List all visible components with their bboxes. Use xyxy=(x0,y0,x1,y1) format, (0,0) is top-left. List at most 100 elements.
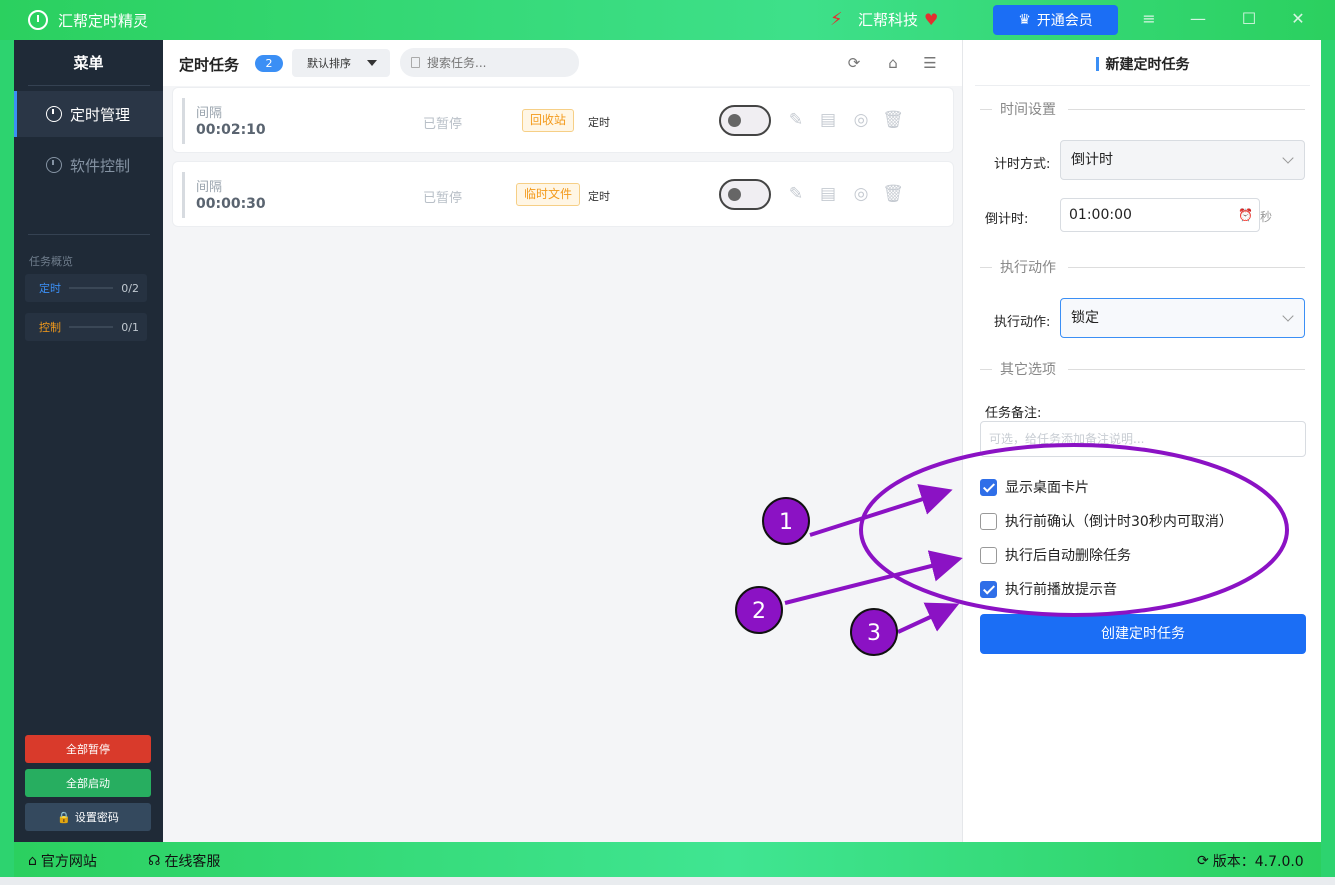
option-show-desktop-card[interactable]: 显示桌面卡片 xyxy=(980,477,1089,497)
note-input[interactable]: 可选，给任务添加备注说明... xyxy=(980,421,1306,457)
pause-all-button[interactable]: 全部暂停 xyxy=(25,735,151,763)
checkbox[interactable] xyxy=(980,546,997,564)
option-auto-delete[interactable]: 执行后自动删除任务 xyxy=(980,545,1131,565)
section-label: 时间设置 xyxy=(1000,102,1056,118)
task-list-panel: 定时任务 2 默认排序 ⟳ ⌂ ☰ 间隔 00:02:10 已暂停 回收站 定时… xyxy=(163,40,962,842)
support-link[interactable]: ☊ 在线客服 xyxy=(148,851,220,871)
caret-down-icon xyxy=(367,60,377,66)
timer-mode-label: 计时方式: xyxy=(994,157,1051,172)
maximize-icon[interactable]: ☐ xyxy=(1237,9,1261,28)
sidebar: 菜单 定时管理 软件控制 任务概览 定时 0/2 控制 0/1 全部暂停 全部启… xyxy=(14,40,163,842)
pause-all-label: 全部暂停 xyxy=(66,743,110,756)
chevron-down-icon xyxy=(1282,310,1294,322)
checkbox[interactable] xyxy=(980,478,997,496)
nav-item-label: 软件控制 xyxy=(70,156,131,175)
option-confirm-before-run[interactable]: 执行前确认（倒计时30秒内可取消） xyxy=(980,511,1233,531)
search-icon xyxy=(411,57,420,68)
action-value: 锁定 xyxy=(1071,310,1099,326)
nav-item-software-control[interactable]: 软件控制 xyxy=(14,142,163,188)
crown-icon: ♛ xyxy=(1018,12,1031,28)
alarm-clock-icon[interactable]: ⏰ xyxy=(1238,208,1253,222)
target-icon[interactable]: ◎ xyxy=(850,109,872,131)
minimize-icon[interactable]: — xyxy=(1186,9,1210,28)
panel-title: 新建定时任务 xyxy=(963,54,1322,74)
version-label: 版本：4.7.0.0 xyxy=(1212,854,1304,870)
checkbox[interactable] xyxy=(980,512,997,530)
option-label: 显示桌面卡片 xyxy=(1005,480,1089,496)
search-input[interactable] xyxy=(400,48,579,77)
refresh-icon[interactable]: ⟳ xyxy=(845,54,863,72)
copy-icon[interactable]: ▤ xyxy=(817,183,839,205)
task-time: 00:00:30 xyxy=(196,196,266,212)
target-icon[interactable]: ◎ xyxy=(850,183,872,205)
task-type: 间隔 xyxy=(196,106,223,121)
task-tag: 临时文件 xyxy=(516,183,581,206)
overview-row-label: 定时 xyxy=(39,282,61,295)
nav-item-timer-management[interactable]: 定时管理 xyxy=(14,91,163,137)
version-info[interactable]: ⟳ 版本：4.7.0.0 xyxy=(1197,851,1304,871)
brand: ⚡ 汇帮科技 ♥ xyxy=(830,9,938,30)
action-label: 执行动作: xyxy=(994,315,1051,330)
task-toggle[interactable] xyxy=(719,105,771,136)
vip-button[interactable]: ♛ 开通会员 xyxy=(993,5,1118,35)
countdown-input[interactable]: 01:00:00 ⏰ xyxy=(1060,198,1260,232)
title-bar: 汇帮定时精灵 ⚡ 汇帮科技 ♥ ♛ 开通会员 ≡ — ☐ ✕ xyxy=(0,0,1335,40)
countdown-label: 倒计时: xyxy=(985,212,1029,227)
task-card[interactable]: 间隔 00:02:10 已暂停 回收站 定时 ✎ ▤ ◎ 🗑 xyxy=(172,87,954,153)
edit-icon[interactable]: ✎ xyxy=(785,183,807,205)
desktop-strip xyxy=(0,877,1335,885)
overview-count: 0/1 xyxy=(121,320,139,334)
new-task-panel: 新建定时任务 时间设置 计时方式: 倒计时 倒计时: 01:00:00 ⏰ 秒 … xyxy=(962,40,1321,842)
set-password-button[interactable]: 🔒 设置密码 xyxy=(25,803,151,831)
progress-bar xyxy=(69,326,114,328)
trash-icon[interactable]: 🗑 xyxy=(882,109,904,131)
nav-item-label: 定时管理 xyxy=(70,105,131,124)
note-label: 任务备注: xyxy=(985,406,1042,421)
page-title: 定时任务 xyxy=(179,56,240,74)
option-label: 执行后自动删除任务 xyxy=(1005,548,1131,564)
trash-icon[interactable]: 🗑 xyxy=(882,183,904,205)
home-icon: ⌂ xyxy=(28,853,37,869)
action-select[interactable]: 锁定 xyxy=(1060,298,1305,338)
vip-button-label: 开通会员 xyxy=(1036,13,1093,29)
card-accent xyxy=(182,98,185,144)
website-link[interactable]: ⌂ 官方网站 xyxy=(28,851,97,871)
copy-icon[interactable]: ▤ xyxy=(817,109,839,131)
card-accent xyxy=(182,172,185,218)
start-all-button[interactable]: 全部启动 xyxy=(25,769,151,797)
start-all-label: 全部启动 xyxy=(66,777,110,790)
app-window: 汇帮定时精灵 ⚡ 汇帮科技 ♥ ♛ 开通会员 ≡ — ☐ ✕ 菜单 定时管理 软… xyxy=(0,0,1335,885)
create-task-button[interactable]: 创建定时任务 xyxy=(980,614,1306,654)
overview-label: 任务概览 xyxy=(29,255,73,268)
task-count-badge: 2 xyxy=(255,55,283,72)
option-label: 执行前播放提示音 xyxy=(1005,582,1117,598)
task-tag: 回收站 xyxy=(522,109,575,132)
timer-mode-select[interactable]: 倒计时 xyxy=(1060,140,1305,180)
website-label: 官方网站 xyxy=(40,854,97,870)
divider xyxy=(28,234,150,235)
task-card[interactable]: 间隔 00:00:30 已暂停 临时文件 定时 ✎ ▤ ◎ 🗑 xyxy=(172,161,954,227)
countdown-unit: 秒 xyxy=(1260,210,1273,224)
overview-row-timer: 定时 0/2 xyxy=(25,274,147,302)
task-status: 已暂停 xyxy=(423,117,463,132)
home-icon[interactable]: ⌂ xyxy=(884,54,902,72)
menu-icon[interactable]: ≡ xyxy=(1137,9,1161,28)
option-play-sound[interactable]: 执行前播放提示音 xyxy=(980,579,1117,599)
section-time-settings: 时间设置 xyxy=(980,99,1305,119)
list-icon[interactable]: ☰ xyxy=(921,54,939,72)
section-label: 执行动作 xyxy=(1000,260,1056,276)
gear-icon xyxy=(46,157,62,173)
checkbox[interactable] xyxy=(980,580,997,598)
overview-row-label: 控制 xyxy=(39,321,61,334)
edit-icon[interactable]: ✎ xyxy=(785,109,807,131)
countdown-value: 01:00:00 xyxy=(1069,207,1132,223)
brand-name: 汇帮科技 xyxy=(858,11,919,29)
sort-label: 默认排序 xyxy=(307,57,351,70)
close-icon[interactable]: ✕ xyxy=(1286,9,1310,28)
heart-icon: ♥ xyxy=(924,10,939,29)
progress-bar xyxy=(69,287,114,289)
task-list-header: 定时任务 2 默认排序 ⟳ ⌂ ☰ xyxy=(163,40,962,86)
sort-dropdown[interactable]: 默认排序 xyxy=(292,49,390,77)
task-toggle[interactable] xyxy=(719,179,771,210)
refresh-icon: ⟳ xyxy=(1197,853,1209,869)
